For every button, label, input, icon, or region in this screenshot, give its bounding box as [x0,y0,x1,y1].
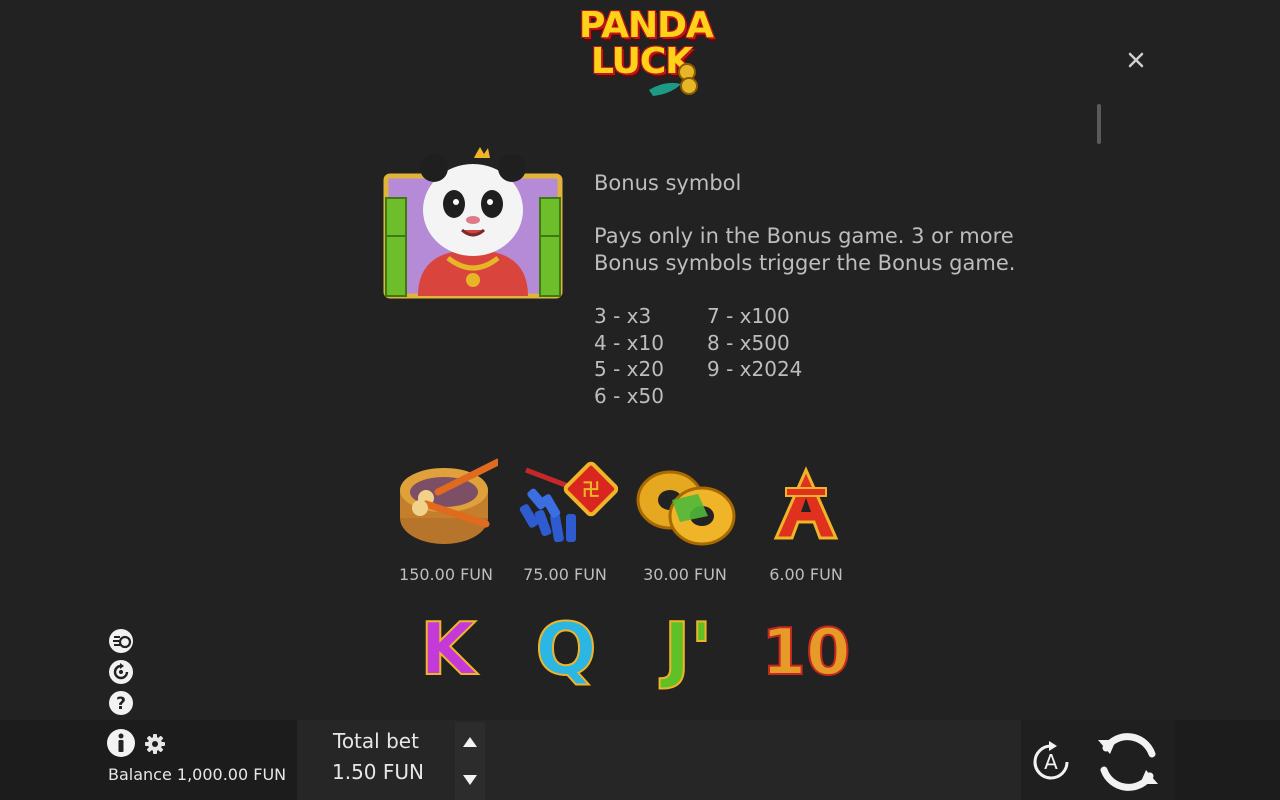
payout-column-1: 3 - x3 4 - x10 5 - x20 6 - x50 [594,303,664,410]
payout-entry: 3 - x3 [594,304,652,328]
total-bet-label: Total bet [333,729,419,753]
game-logo: PANDA LUCK [575,5,714,98]
letter-q-glyph: Q [535,607,596,691]
payout-entry: 4 - x10 [594,330,664,355]
close-icon[interactable] [1124,48,1148,72]
number-10-glyph: 10 [761,616,850,690]
firecracker-icon: 卍 [519,461,618,543]
drum-icon [400,458,498,544]
panda-bonus-symbol-icon [383,147,563,299]
symbol-price: 150.00 FUN [399,565,493,584]
scrollbar-thumb[interactable] [1097,104,1101,144]
logo-word-panda: PANDA [579,5,714,46]
payout-entry: 7 - x100 [707,304,790,328]
balance-display: Balance 1,000.00 FUN [108,765,287,784]
payout-entry: 8 - x500 [707,330,790,355]
coin-charm-icon [649,63,698,96]
symbol-price: 30.00 FUN [643,565,727,584]
payout-column-2: 7 - x100 8 - x500 9 - x2024 [707,303,802,383]
svg-text:卍: 卍 [582,480,600,501]
gold-coins-icon [636,470,736,546]
symbol-price: 75.00 FUN [523,565,607,584]
gear-icon[interactable] [144,733,166,755]
payout-entry: 9 - x2024 [707,357,803,382]
history-icon[interactable] [108,659,134,685]
side-toolbar: ? [108,628,134,721]
autoplay-label: A [1044,750,1058,774]
letter-a-icon [773,466,839,540]
info-icon[interactable] [106,728,136,758]
letter-j-glyph: J' [659,607,713,691]
payout-entry: 5 - x20 [594,357,664,382]
turbo-spin-icon[interactable] [108,628,134,654]
svg-text:?: ? [116,694,126,714]
autoplay-icon[interactable]: A [1027,738,1075,786]
letter-k-icon: K [419,606,479,692]
help-icon[interactable]: ? [108,690,134,716]
payout-entry: 6 - x50 [594,384,664,409]
letter-j-icon: J' [658,606,714,692]
letter-k-glyph: K [420,607,478,691]
bonus-title: Bonus symbol [594,171,742,195]
bonus-description-block: Bonus symbol Pays only in the Bonus game… [594,170,1024,277]
bet-increase-icon[interactable] [460,732,480,752]
bonus-description: Pays only in the Bonus game. 3 or more B… [594,224,1016,275]
letter-q-icon: Q [534,606,597,692]
bet-stepper [455,722,485,800]
number-10-icon: 10 [760,615,851,691]
total-bet-value: 1.50 FUN [332,760,424,784]
spin-icon[interactable] [1092,726,1164,798]
symbol-price: 6.00 FUN [769,565,843,584]
bet-decrease-icon[interactable] [460,770,480,790]
